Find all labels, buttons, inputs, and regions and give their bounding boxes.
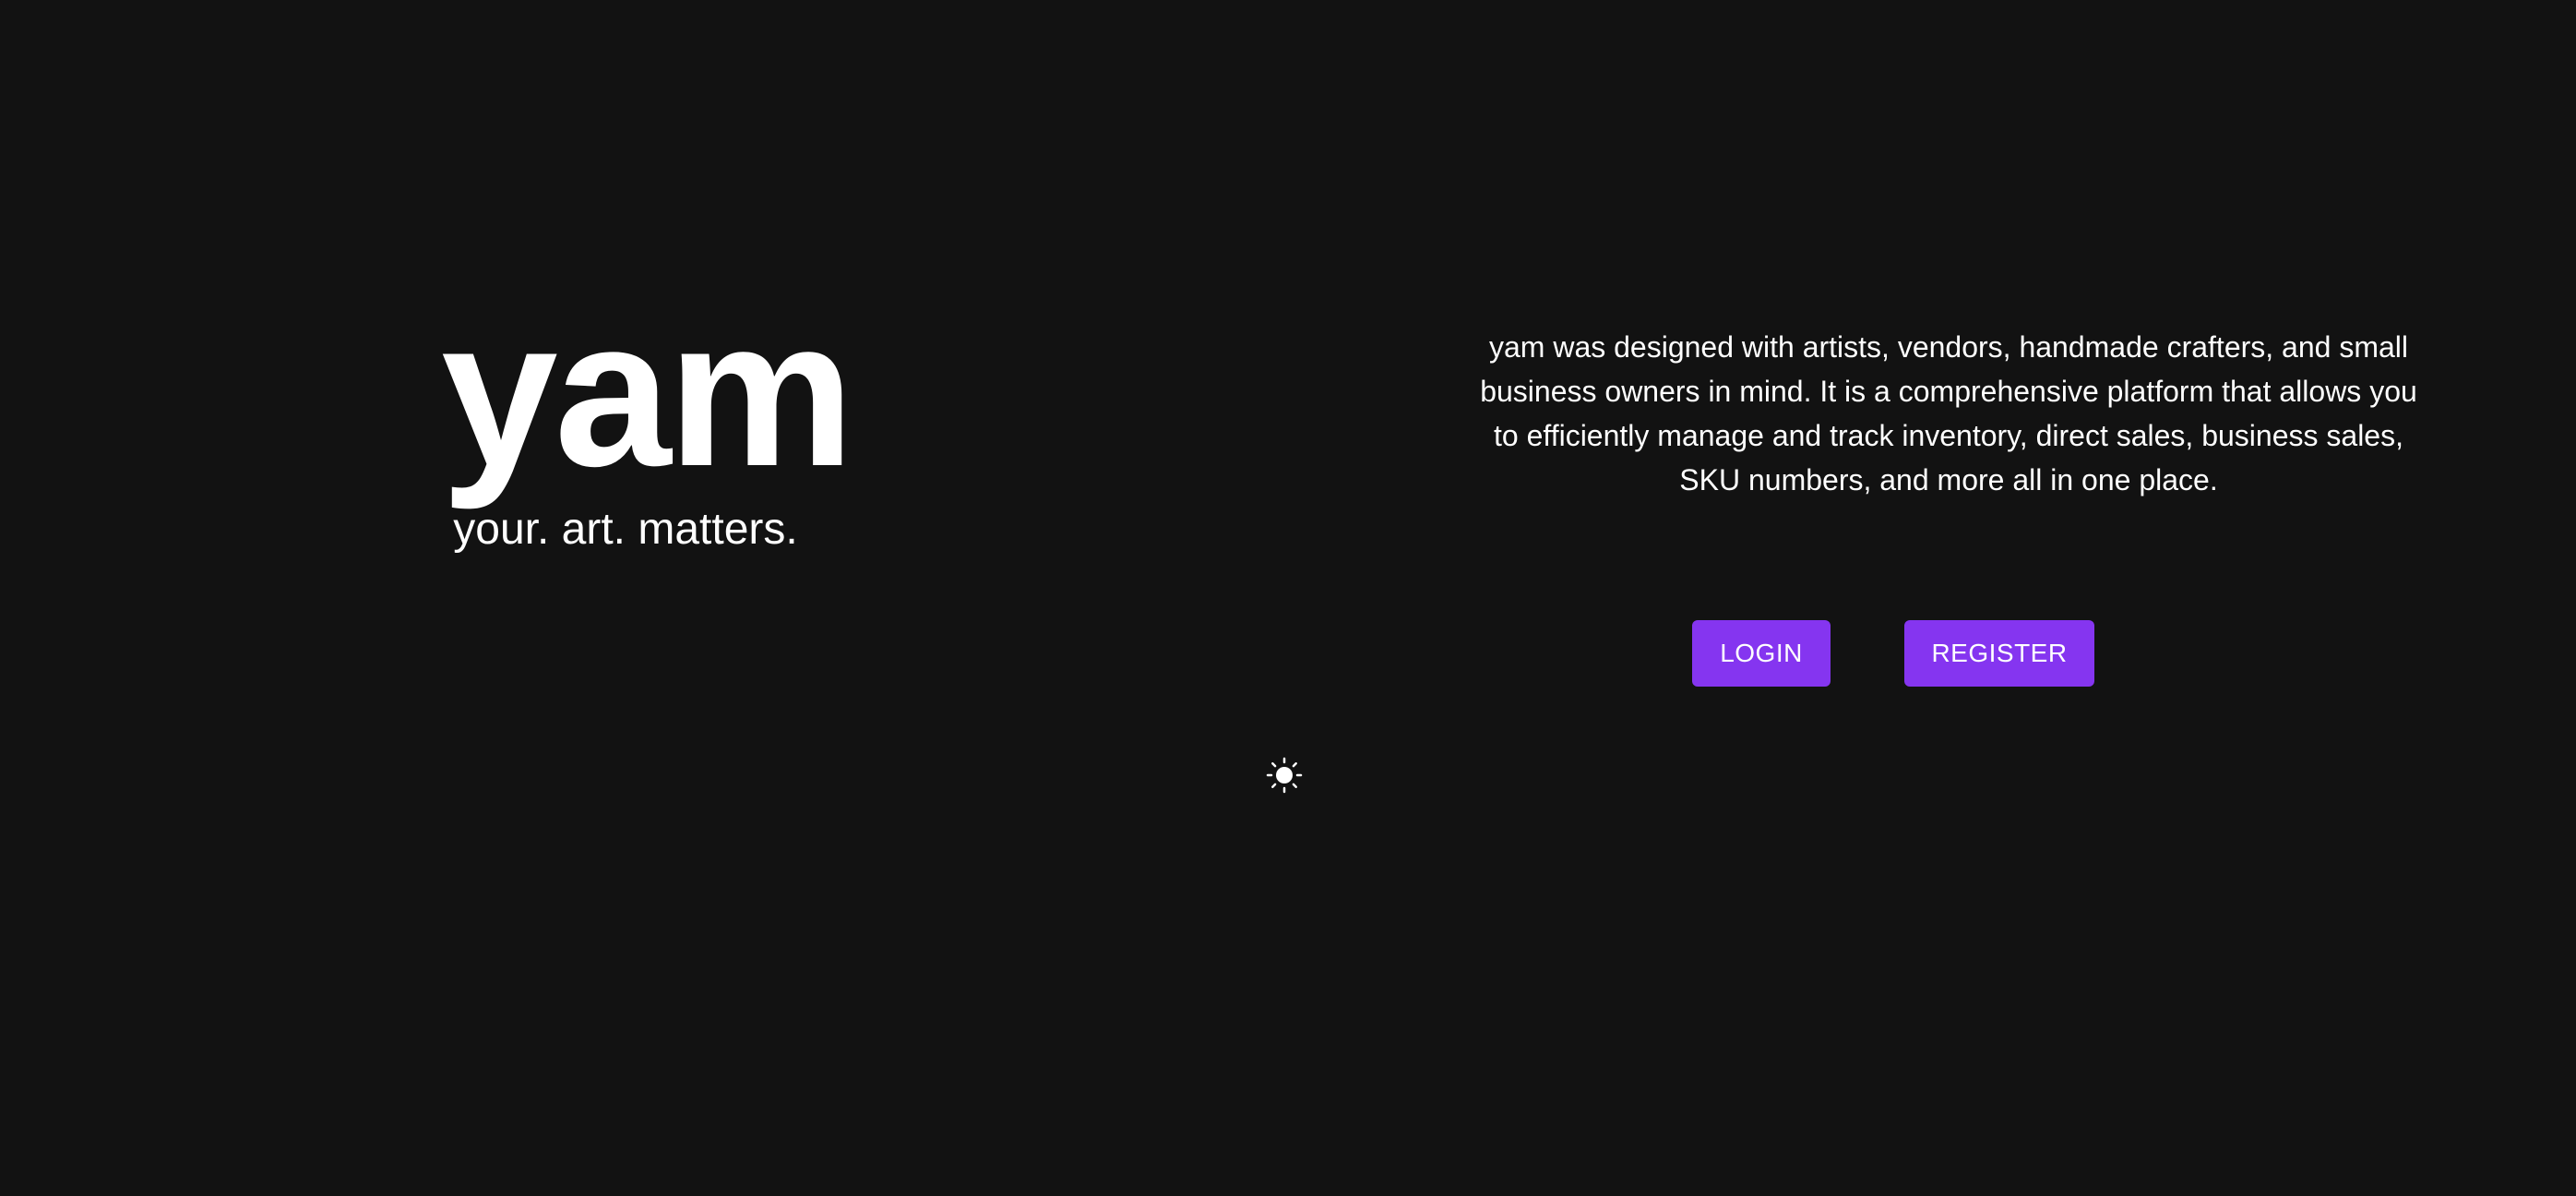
brand-logo: yam xyxy=(441,276,854,510)
landing-page: yam your. art. matters. yam was designed… xyxy=(0,0,2576,1196)
login-button[interactable]: LOGIN xyxy=(1692,620,1831,687)
brand-tagline: your. art. matters. xyxy=(453,505,798,554)
theme-toggle-button[interactable] xyxy=(1266,757,1303,794)
brand-block: yam your. art. matters. xyxy=(441,288,854,554)
sun-icon xyxy=(1266,757,1303,794)
auth-actions: LOGIN REGISTER xyxy=(1692,620,2094,687)
description-text: yam was designed with artists, vendors, … xyxy=(1480,330,2417,496)
register-button[interactable]: REGISTER xyxy=(1904,620,2094,687)
